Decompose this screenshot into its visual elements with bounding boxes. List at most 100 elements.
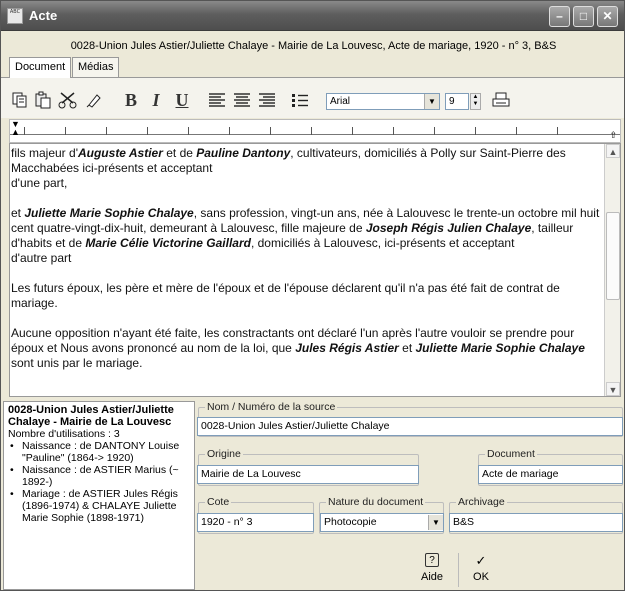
app-icon: ABC xyxy=(7,8,23,24)
person-name: Auguste Astier xyxy=(77,146,163,160)
scroll-thumb[interactable] xyxy=(606,212,620,300)
person-name: Pauline Dantony xyxy=(196,146,291,160)
cut-icon[interactable] xyxy=(58,91,78,109)
align-center-icon[interactable] xyxy=(232,91,252,109)
indent-marker-icon[interactable]: ▼ ▲ xyxy=(11,120,20,137)
ruler-tick xyxy=(24,127,25,135)
copy-icon[interactable] xyxy=(11,91,29,109)
scroll-up-icon[interactable]: ▲ xyxy=(606,144,620,158)
archivage-input[interactable]: B&S xyxy=(449,513,623,532)
cote-label: Cote xyxy=(205,496,232,508)
text-run: d'une part, xyxy=(11,176,68,190)
person-name: Juliette Marie Sophie Chalaye xyxy=(24,206,194,220)
ruler-tick xyxy=(393,127,394,135)
source-name-label: Nom / Numéro de la source xyxy=(205,401,338,413)
origine-label: Origine xyxy=(205,448,243,460)
document-editor[interactable]: fils majeur d'Auguste Astier et de Pauli… xyxy=(9,143,621,397)
cote-input[interactable]: 1920 - n° 3 xyxy=(197,513,314,532)
tab-document[interactable]: Document xyxy=(9,57,72,78)
underline-icon[interactable]: U xyxy=(174,91,190,109)
person-name: Jules Régis Astier xyxy=(295,341,399,355)
ruler: ▼ ▲ ⇧ xyxy=(9,119,621,143)
document-paragraph[interactable]: et Juliette Marie Sophie Chalaye, sans p… xyxy=(11,206,605,266)
scroll-down-icon[interactable]: ▼ xyxy=(606,382,620,396)
eraser-icon[interactable] xyxy=(85,91,103,109)
ruler-tick xyxy=(557,127,558,135)
window-title: Acte xyxy=(29,8,58,23)
spin-down-icon[interactable]: ▼ xyxy=(473,101,479,107)
ruler-tick xyxy=(188,127,189,135)
text-run: et xyxy=(11,206,25,220)
maximize-button[interactable]: □ xyxy=(573,6,594,27)
text-run: d'autre part xyxy=(11,251,72,265)
font-family-select[interactable]: Arial ▼ xyxy=(326,93,440,110)
origine-input[interactable]: Mairie de La Louvesc xyxy=(197,465,419,484)
usage-list-item: Mariage : de ASTIER Jules Régis (1896-19… xyxy=(8,488,190,524)
italic-icon[interactable]: I xyxy=(148,91,164,109)
align-right-icon[interactable] xyxy=(257,91,277,109)
font-size-input[interactable]: 9 xyxy=(445,93,469,110)
document-paragraph[interactable]: fils majeur d'Auguste Astier et de Pauli… xyxy=(11,146,605,191)
paste-icon[interactable] xyxy=(34,91,52,109)
source-name-input[interactable]: 0028-Union Jules Astier/Juliette Chalaye xyxy=(197,417,623,436)
ruler-baseline xyxy=(10,134,620,135)
chevron-down-icon[interactable]: ▼ xyxy=(424,94,439,109)
check-icon: ✓ xyxy=(475,553,487,568)
minimize-button[interactable]: – xyxy=(549,6,570,27)
ruler-tick xyxy=(475,127,476,135)
close-button[interactable]: ✕ xyxy=(597,6,618,27)
nature-select[interactable]: Photocopie ▼ xyxy=(320,513,444,532)
ruler-tick xyxy=(270,127,271,135)
ruler-tick xyxy=(65,127,66,135)
usage-list-item: Naissance : de DANTONY Louise "Pauline" … xyxy=(8,440,190,464)
text-run: fils majeur d' xyxy=(11,146,78,160)
font-size-spinner[interactable]: ▲ ▼ xyxy=(470,93,481,110)
acte-window: ABC Acte – □ ✕ 0028-Union Jules Astier/J… xyxy=(0,0,625,591)
document-label: Document xyxy=(485,448,537,460)
font-family-value: Arial xyxy=(330,96,351,107)
summary-title: 0028-Union Jules Astier/Juliette Chalaye… xyxy=(8,404,174,428)
help-button[interactable]: ? Aide xyxy=(415,553,449,587)
help-icon: ? xyxy=(425,553,439,567)
print-icon[interactable] xyxy=(491,91,511,109)
usage-list-item: Naissance : de ASTIER Marius (~ 1892-) xyxy=(8,464,190,488)
ruler-tick xyxy=(434,127,435,135)
ruler-tick xyxy=(229,127,230,135)
button-separator xyxy=(458,553,459,587)
document-paragraph[interactable]: Aucune opposition n'ayant été faite, les… xyxy=(11,326,605,371)
tab-medias[interactable]: Médias xyxy=(72,57,120,77)
bullet-list-icon[interactable] xyxy=(290,91,310,109)
nature-label: Nature du document xyxy=(326,496,426,508)
editor-scrollbar[interactable]: ▲ ▼ xyxy=(604,144,620,396)
document-text[interactable]: fils majeur d'Auguste Astier et de Pauli… xyxy=(11,146,605,386)
title-bar[interactable]: ABC Acte – □ ✕ xyxy=(1,1,624,31)
ok-button[interactable]: ✓ OK xyxy=(467,553,495,587)
ruler-tick xyxy=(147,127,148,135)
usage-list: Naissance : de DANTONY Louise "Pauline" … xyxy=(8,440,190,524)
ruler-tick xyxy=(106,127,107,135)
help-label: Aide xyxy=(420,571,444,583)
text-run: sont unis par le mariage. xyxy=(11,356,143,370)
chevron-down-icon[interactable]: ▼ xyxy=(428,515,443,530)
document-input[interactable]: Acte de mariage xyxy=(478,465,623,484)
bold-icon[interactable]: B xyxy=(123,91,139,109)
text-run: Les futurs époux, les père et mère de l'… xyxy=(11,281,560,310)
archivage-label: Archivage xyxy=(456,496,507,508)
ruler-tick xyxy=(352,127,353,135)
person-name: Marie Célie Victorine Gaillard xyxy=(85,236,251,250)
person-name: Joseph Régis Julien Chalaye xyxy=(365,221,532,235)
spin-up-icon[interactable]: ▲ xyxy=(473,94,479,100)
formatting-toolbar: B I U xyxy=(1,78,624,118)
ruler-tick xyxy=(311,127,312,135)
source-summary-panel: 0028-Union Jules Astier/Juliette Chalaye… xyxy=(3,401,195,590)
align-left-icon[interactable] xyxy=(207,91,227,109)
person-name: Juliette Marie Sophie Chalaye xyxy=(415,341,585,355)
ruler-tick xyxy=(516,127,517,135)
text-run: et xyxy=(398,341,416,355)
text-run: , domiciliés à Lalouvesc, ici-présents e… xyxy=(250,236,515,250)
document-paragraph[interactable]: Les futurs époux, les père et mère de l'… xyxy=(11,281,605,311)
right-margin-marker-icon[interactable]: ⇧ xyxy=(609,130,617,141)
ok-label: OK xyxy=(473,571,489,583)
usage-count: Nombre d'utilisations : 3 xyxy=(8,428,120,440)
record-title: 0028-Union Jules Astier/Juliette Chalaye… xyxy=(70,40,557,52)
